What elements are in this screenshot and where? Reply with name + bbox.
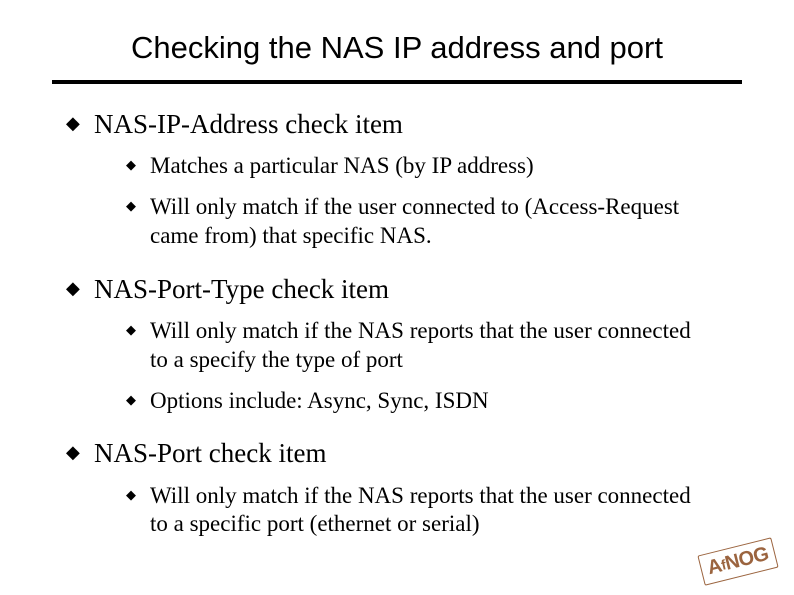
- sub-bullet-text: Matches a particular NAS (by IP address): [150, 152, 534, 181]
- diamond-bullet-icon: ◆: [64, 108, 94, 138]
- diamond-bullet-icon: ◆: [64, 437, 94, 467]
- sub-bullet-text: Will only match if the user connected to…: [150, 193, 710, 251]
- diamond-bullet-icon: ◆: [124, 387, 150, 413]
- slide-title: Checking the NAS IP address and port: [0, 0, 794, 74]
- bullet-level2: ◆ Will only match if the user connected …: [124, 193, 730, 251]
- diamond-bullet-icon: ◆: [64, 273, 94, 303]
- sub-list: ◆ Will only match if the NAS reports tha…: [64, 311, 730, 437]
- bullet-level1: ◆ NAS-Port-Type check item: [64, 273, 730, 305]
- bullet-level2: ◆ Will only match if the NAS reports tha…: [124, 317, 730, 375]
- diamond-bullet-icon: ◆: [124, 482, 150, 508]
- sub-list: ◆ Matches a particular NAS (by IP addres…: [64, 146, 730, 272]
- logo-part: NOG: [723, 543, 771, 575]
- bullet-text: NAS-IP-Address check item: [94, 108, 403, 140]
- bullet-level2: ◆ Matches a particular NAS (by IP addres…: [124, 152, 730, 181]
- diamond-bullet-icon: ◆: [124, 152, 150, 178]
- diamond-bullet-icon: ◆: [124, 193, 150, 219]
- sub-list: ◆ Will only match if the NAS reports tha…: [64, 476, 730, 562]
- bullet-level1: ◆ NAS-Port check item: [64, 437, 730, 469]
- sub-bullet-text: Options include: Async, Sync, ISDN: [150, 387, 489, 416]
- bullet-level2: ◆ Options include: Async, Sync, ISDN: [124, 387, 730, 416]
- bullet-text: NAS-Port check item: [94, 437, 326, 469]
- bullet-level1: ◆ NAS-IP-Address check item: [64, 108, 730, 140]
- bullet-level2: ◆ Will only match if the NAS reports tha…: [124, 482, 730, 540]
- slide: Checking the NAS IP address and port ◆ N…: [0, 0, 794, 595]
- diamond-bullet-icon: ◆: [124, 317, 150, 343]
- sub-bullet-text: Will only match if the NAS reports that …: [150, 317, 710, 375]
- slide-body: ◆ NAS-IP-Address check item ◆ Matches a …: [0, 84, 794, 561]
- bullet-text: NAS-Port-Type check item: [94, 273, 389, 305]
- sub-bullet-text: Will only match if the NAS reports that …: [150, 482, 710, 540]
